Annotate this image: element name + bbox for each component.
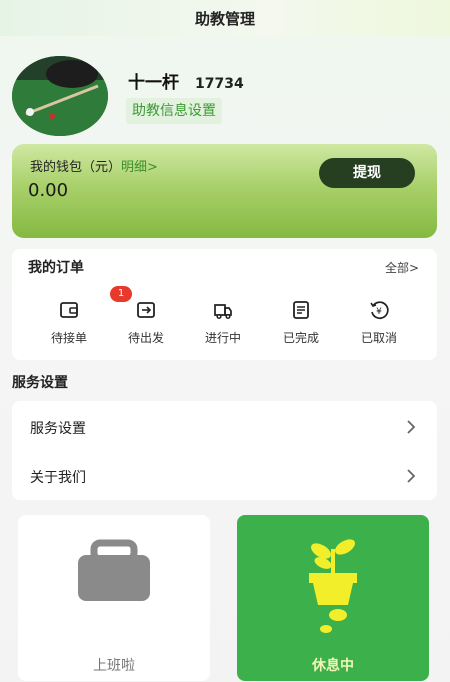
refund-icon: ¥ xyxy=(370,301,389,320)
chevron-right-icon xyxy=(407,469,416,483)
sprout-pot-icon xyxy=(309,539,357,633)
wallet-detail-link[interactable]: 明细> xyxy=(121,160,158,175)
go-to-work-card[interactable]: 上班啦 xyxy=(18,515,210,681)
top-bar: 助教管理 xyxy=(0,0,450,36)
work-label: 上班啦 xyxy=(93,658,135,674)
chevron-right-icon xyxy=(407,420,416,434)
name-row: 十一杆 17734 xyxy=(128,68,244,93)
page-title: 助教管理 xyxy=(194,9,255,28)
user-name: 十一杆 xyxy=(128,73,179,93)
settings-card: 服务设置 关于我们 xyxy=(12,401,437,500)
orders-all-link[interactable]: 全部> xyxy=(385,259,419,276)
withdraw-button[interactable]: 提现 xyxy=(319,158,415,188)
order-label: 进行中 xyxy=(204,331,241,345)
avatar[interactable] xyxy=(12,56,108,136)
service-settings-row[interactable]: 服务设置 xyxy=(12,403,437,451)
orders-title: 我的订单 xyxy=(28,260,84,276)
service-section-title: 服务设置 xyxy=(12,375,68,391)
order-pending-depart[interactable]: 待出发 xyxy=(111,299,181,346)
row-label: 关于我们 xyxy=(30,470,86,486)
order-label: 已完成 xyxy=(282,331,319,345)
order-label: 已取消 xyxy=(360,331,397,345)
wallet-icon xyxy=(60,302,78,318)
order-in-progress[interactable]: 进行中 xyxy=(188,299,258,346)
document-icon xyxy=(293,301,309,319)
briefcase-icon xyxy=(78,539,150,601)
order-cancelled[interactable]: ¥ 已取消 xyxy=(344,299,414,346)
assistant-info-settings-button[interactable]: 助教信息设置 xyxy=(126,98,222,124)
order-label: 待接单 xyxy=(50,331,87,345)
wallet-label: 我的钱包（元） xyxy=(30,160,122,175)
depart-icon xyxy=(137,302,155,318)
row-label: 服务设置 xyxy=(30,421,86,437)
orders-card: 我的订单 全部> 1 待接单 待出发 进行中 已完成 ¥ 已取消 xyxy=(12,249,437,360)
order-pending-accept[interactable]: 待接单 xyxy=(34,299,104,346)
order-label: 待出发 xyxy=(127,331,164,345)
truck-icon xyxy=(214,304,232,320)
rest-label: 休息中 xyxy=(312,658,354,674)
svg-text:¥: ¥ xyxy=(376,307,382,317)
order-completed[interactable]: 已完成 xyxy=(266,299,336,346)
about-us-row[interactable]: 关于我们 xyxy=(12,452,437,500)
user-id: 17734 xyxy=(195,76,244,92)
resting-card[interactable]: 休息中 xyxy=(237,515,429,681)
wallet-card: 我的钱包（元）明细> 0.00 提现 xyxy=(12,144,437,238)
wallet-label-row: 我的钱包（元）明细> xyxy=(30,156,158,175)
profile-section: 十一杆 17734 助教信息设置 xyxy=(12,56,438,138)
wallet-balance: 0.00 xyxy=(28,180,69,201)
